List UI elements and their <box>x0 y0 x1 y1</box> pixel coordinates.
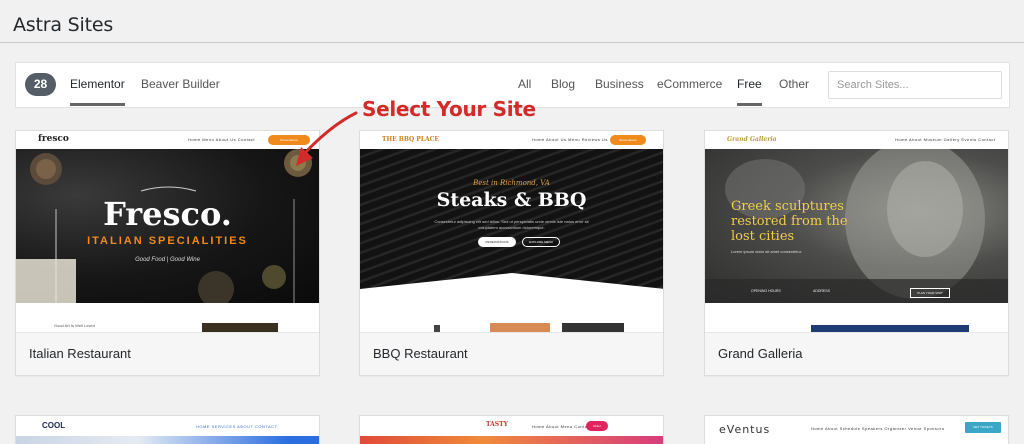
site-card-bbq-restaurant[interactable]: THE BBQ PLACE Home About Us Menu Reviews… <box>359 130 664 376</box>
site-card-grand-galleria[interactable]: Grand Galleria Home About Museum Gallery… <box>704 130 1009 376</box>
site-card-cool[interactable]: COOL HOME SERVICES ABOUT CONTACT <box>15 415 320 444</box>
preview-headline: Greek sculptures restored from the lost … <box>731 199 848 244</box>
preview-cta-button: Order <box>586 421 608 431</box>
preview-logo: THE BBQ PLACE <box>382 136 439 143</box>
preview-below-fold <box>360 303 663 333</box>
preview-logo: Grand Galleria <box>727 136 777 143</box>
preview-below-fold <box>705 303 1008 333</box>
preview-nav-links: HOME SERVICES ABOUT CONTACT <box>196 424 278 429</box>
title-divider <box>0 42 1024 43</box>
preview-nav-links: Home About Menu Contact <box>532 424 592 429</box>
site-preview[interactable]: TASTY Home About Menu Contact Order <box>360 416 663 444</box>
site-preview[interactable]: THE BBQ PLACE Home About Us Menu Reviews… <box>360 131 663 333</box>
preview-cta-button: Reservations <box>268 135 310 145</box>
site-preview[interactable]: eVentus Home About Schedule Speakers Org… <box>705 416 1008 444</box>
preview-logo: COOL <box>42 421 66 430</box>
tab-beaver-builder[interactable]: Beaver Builder <box>141 77 220 106</box>
site-card-italian-restaurant[interactable]: fresco Home Menu About Us Contact Reserv… <box>15 130 320 376</box>
preview-headline: Fresco. <box>103 195 232 233</box>
preview-nav: THE BBQ PLACE Home About Us Menu Reviews… <box>360 131 663 149</box>
page-title: Astra Sites <box>13 14 114 36</box>
preview-logo: TASTY <box>486 421 508 428</box>
site-preview[interactable]: Grand Galleria Home About Museum Gallery… <box>705 131 1008 333</box>
site-preview[interactable]: fresco Home Menu About Us Contact Reserv… <box>16 131 319 333</box>
search-sites-input[interactable] <box>828 71 1002 99</box>
preview-subheadline: ITALIAN SPECIALITIES <box>87 235 248 247</box>
site-card-tasty[interactable]: TASTY Home About Menu Contact Order <box>359 415 664 444</box>
preview-hero: Fresco. ITALIAN SPECIALITIES Good Food |… <box>16 149 319 303</box>
preview-nav-links: Home About Us Menu Reviews Us <box>532 137 608 142</box>
preview-cta-button: Reservations <box>610 135 646 145</box>
preview-cta-button: GET TICKETS <box>965 422 1001 433</box>
site-count-badge: 28 <box>25 73 56 96</box>
preview-hero: Greek sculptures restored from the lost … <box>705 149 1008 303</box>
preview-caption: Good Art Is Well Loved <box>54 323 95 328</box>
hero-notch <box>360 273 663 303</box>
site-title: BBQ Restaurant <box>373 346 468 361</box>
site-card-footer: Grand Galleria <box>705 332 1008 375</box>
preview-nav: Grand Galleria Home About Museum Gallery… <box>705 131 1008 149</box>
category-blog[interactable]: Blog <box>551 77 575 106</box>
category-free[interactable]: Free <box>737 77 762 106</box>
site-preview[interactable]: COOL HOME SERVICES ABOUT CONTACT <box>16 416 319 444</box>
preview-logo: fresco <box>38 134 69 144</box>
site-card-footer: BBQ Restaurant <box>360 332 663 375</box>
preview-hours: OPENING HOURS <box>751 289 781 293</box>
preview-hero: Best in Richmond, VA Steaks & BBQ Consec… <box>360 149 663 303</box>
select-site-callout: Select Your Site <box>362 97 536 121</box>
preview-cta-button: PLAN YOUR VISIT <box>910 288 950 298</box>
site-card-footer: Italian Restaurant <box>16 332 319 375</box>
site-title: Italian Restaurant <box>29 346 131 361</box>
category-other[interactable]: Other <box>779 77 809 106</box>
preview-nav-links: Home About Schedule Speakers Organizer V… <box>811 426 945 431</box>
preview-nav-links: Home Menu About Us Contact <box>188 137 256 142</box>
site-card-eventus[interactable]: eVentus Home About Schedule Speakers Org… <box>704 415 1009 444</box>
site-title: Grand Galleria <box>718 346 803 361</box>
preview-nav: fresco Home Menu About Us Contact Reserv… <box>16 131 319 149</box>
preview-nav-links: Home About Museum Gallery Events Contact <box>895 137 996 142</box>
preview-hero <box>360 436 663 444</box>
preview-address: ADDRESS <box>813 289 830 293</box>
preview-body: Lorem ipsum dolor sit amet consectetur. <box>731 249 802 254</box>
preview-hero <box>16 436 319 444</box>
category-business[interactable]: Business <box>595 77 644 106</box>
tab-elementor[interactable]: Elementor <box>70 77 125 106</box>
preview-logo: eVentus <box>719 423 771 436</box>
category-ecommerce[interactable]: eCommerce <box>657 77 722 106</box>
preview-tagline: Good Food | Good Wine <box>135 257 200 263</box>
preview-below-fold: Good Art Is Well Loved <box>16 303 319 333</box>
